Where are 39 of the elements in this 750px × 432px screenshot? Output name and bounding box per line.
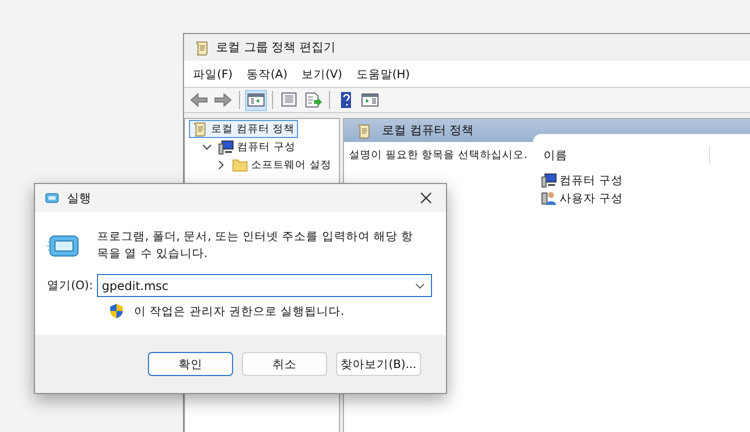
scroll-icon — [356, 122, 372, 138]
computer-icon — [218, 139, 234, 155]
description-text: 설명이 필요한 항목을 선택하십시오. — [348, 148, 528, 162]
computer-icon — [541, 172, 558, 188]
dialog-button[interactable]: 확인 — [148, 352, 233, 376]
dialog-title: 실행 — [67, 190, 92, 206]
tree-item[interactable]: 로컬 컴퓨터 정책 — [189, 120, 298, 138]
tree-item[interactable]: 컴퓨터 구성 — [215, 138, 298, 156]
back-arrow-icon — [190, 92, 208, 108]
menu-item[interactable]: 도움말(H) — [351, 66, 419, 82]
run-icon — [47, 234, 79, 258]
scroll-icon — [194, 40, 210, 56]
tree-button[interactable] — [245, 90, 267, 110]
scroll-icon — [192, 121, 208, 137]
dialog-message: 프로그램, 폴더, 문서, 또는 인터넷 주소를 입력하여 해당 항목을 열 수 있습니다. — [97, 228, 414, 262]
shield-icon — [109, 303, 124, 319]
forward-arrow-icon — [214, 92, 232, 108]
tree-item[interactable]: 소프트웨어 설정 — [229, 156, 334, 174]
list-icon — [280, 92, 298, 108]
user-icon — [541, 190, 558, 206]
window-pane-icon — [247, 92, 265, 108]
window-title: 로컬 그룹 정책 편집기 — [216, 39, 336, 56]
document-arrow-icon — [304, 92, 322, 108]
open-combo-box[interactable]: gpedit.msc — [96, 274, 432, 297]
list-item[interactable]: 사용자 구성 — [537, 189, 750, 207]
dialog-button[interactable]: 찾아보기(B)... — [336, 352, 421, 376]
pane-title: 로컬 컴퓨터 정책 — [382, 122, 474, 139]
dialog-button[interactable]: 취소 — [242, 352, 327, 376]
list-item[interactable]: 컴퓨터 구성 — [537, 171, 750, 189]
open-label: 열기(O): — [47, 278, 93, 293]
column-header[interactable]: 이름 — [537, 146, 710, 165]
menu-item[interactable]: 동작(A) — [242, 66, 296, 82]
menu-item[interactable]: 보기(V) — [296, 66, 352, 82]
menu-item[interactable]: 파일(F) — [188, 66, 242, 82]
chevron-down-icon[interactable] — [201, 142, 213, 152]
admin-note: 이 작업은 관리자 권한으로 실행됩니다. — [134, 304, 344, 318]
window-play-icon — [361, 92, 379, 108]
run-icon — [45, 192, 59, 204]
folder-icon — [232, 157, 248, 173]
